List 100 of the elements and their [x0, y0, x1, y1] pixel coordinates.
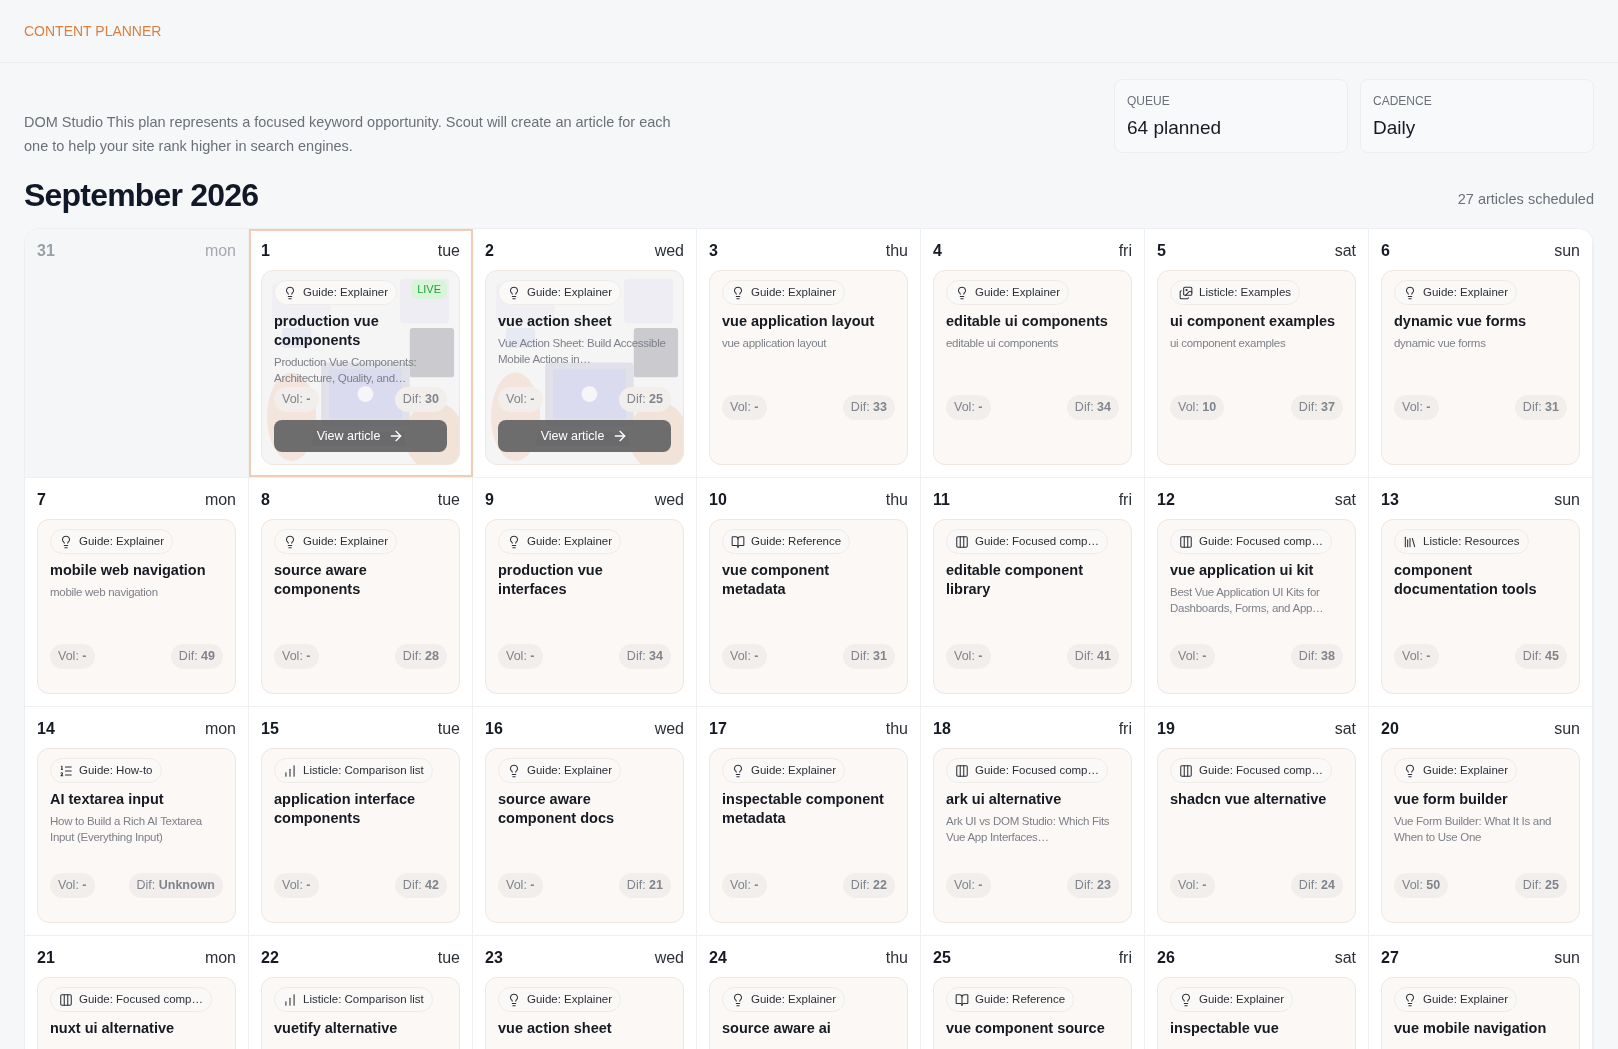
category-chip: Guide: Explainer — [50, 529, 174, 555]
article-card[interactable]: Guide: Explainer inspectable component metadata Vol: - Dif: 22 — [709, 748, 908, 923]
article-card[interactable]: Guide: Explainer mobile web navigation mobile web navigation Vol: - Dif: 49 — [37, 519, 236, 694]
day-number: 4 — [933, 241, 942, 261]
article-card[interactable]: Guide: Reference vue component metadata Vol: - Dif: 31 — [709, 519, 908, 694]
weekday-label: sat — [1334, 490, 1356, 510]
category-chip: Guide: Explainer — [498, 280, 622, 306]
weekday-label: wed — [654, 948, 684, 968]
article-card[interactable]: Guide: Focused comp… shadcn vue alternative Vol: - Dif: 24 — [1157, 748, 1356, 923]
weekday-label: wed — [654, 241, 684, 261]
article-card[interactable]: Guide: Focused comp… vue application ui kit Best Vue Application UI Kits for Dashboards, Forms, and App… Vol: - Dif: 38 — [1157, 519, 1356, 694]
day-number: 8 — [261, 490, 270, 510]
article-card[interactable]: Guide: Explainer editable ui components editable ui components Vol: - Dif: 34 — [933, 270, 1132, 465]
article-card[interactable]: Guide: Explainer source aware component docs Vol: - Dif: 21 — [485, 748, 684, 923]
article-card[interactable]: Guide: Focused comp… ark ui alternative Ark UI vs DOM Studio: Which Fits Vue App Interfaces… Vol: - Dif: 23 — [933, 748, 1132, 923]
difficulty-chip: Dif: 49 — [170, 644, 223, 669]
article-card[interactable]: Guide: How-to AI textarea input How to Build a Rich AI Textarea Input (Everything Input) Vol: - Dif: Unknown — [37, 748, 236, 923]
article-title: source aware ai — [722, 1019, 832, 1039]
article-card[interactable]: Guide: Explainer source aware components Vol: - Dif: 28 — [261, 519, 460, 694]
difficulty-chip: Dif: 21 — [618, 873, 671, 898]
category-chip: Guide: Explainer — [498, 529, 622, 555]
lightbulb-icon — [283, 285, 297, 300]
article-title: application interface components — [274, 790, 416, 829]
weekday-label: tue — [437, 241, 460, 261]
article-title: vue action sheet — [498, 312, 613, 332]
library-icon — [1403, 534, 1417, 549]
weekday-label: thu — [885, 719, 908, 739]
category-chip: Guide: Reference — [722, 529, 851, 555]
article-title: editable component library — [946, 561, 1084, 600]
volume-chip: Vol: - — [1170, 644, 1215, 669]
day-number: 14 — [37, 719, 55, 739]
difficulty-chip: Dif: 23 — [1066, 873, 1119, 898]
day-number: 21 — [37, 948, 55, 968]
view-article-button[interactable]: View article — [274, 420, 447, 452]
weekday-label: mon — [204, 948, 236, 968]
article-title: source aware component docs — [498, 790, 615, 829]
article-title: production vue components — [274, 312, 380, 351]
article-description: How to Build a Rich AI Textarea Input (Everything Input) — [50, 814, 203, 846]
article-card[interactable]: Listicle: Examples ui component examples ui component examples Vol: 10 Dif: 37 — [1157, 270, 1356, 465]
article-title: shadcn vue alternative — [1170, 790, 1328, 810]
weekday-label: sun — [1554, 490, 1580, 510]
category-chip: Guide: Explainer — [722, 280, 846, 306]
article-description: Best Vue Application UI Kits for Dashboards, Forms, and App… — [1170, 585, 1325, 617]
article-card[interactable]: Guide: Explainer production vue interfaces Vol: - Dif: 34 — [485, 519, 684, 694]
weekday-label: mon — [204, 719, 236, 739]
article-card[interactable]: Guide: Reference vue component source — [933, 977, 1132, 1049]
weekday-label: sat — [1334, 948, 1356, 968]
article-card[interactable]: Guide: Explainer source aware ai — [709, 977, 908, 1049]
article-description: dynamic vue forms — [1394, 336, 1487, 352]
lightbulb-icon — [1179, 992, 1193, 1007]
category-chip: Guide: Focused comp… — [1170, 529, 1332, 555]
article-title: vue application ui kit — [1170, 561, 1315, 581]
app-title: CONTENT PLANNER — [24, 21, 162, 41]
article-title: production vue interfaces — [498, 561, 604, 600]
category-chip: Guide: Focused comp… — [1170, 758, 1332, 784]
category-chip: Guide: Focused comp… — [50, 987, 212, 1013]
article-card[interactable]: Listicle: Resources component documentation tools Vol: - Dif: 45 — [1381, 519, 1580, 694]
article-card[interactable]: Guide: Explainer dynamic vue forms dynamic vue forms Vol: - Dif: 31 — [1381, 270, 1580, 465]
volume-chip: Vol: - — [1170, 873, 1215, 898]
images-icon — [1179, 285, 1193, 300]
lightbulb-icon — [955, 285, 969, 300]
category-chip: Guide: Explainer — [274, 280, 398, 306]
article-card[interactable]: Listicle: Comparison list vuetify alternative — [261, 977, 460, 1049]
article-card[interactable]: Guide: Explainer vue form builder Vue Form Builder: What It Is and When to Use One Vol: 50 Dif: 25 — [1381, 748, 1580, 923]
article-card[interactable]: Guide: Explainer inspectable vue — [1157, 977, 1356, 1049]
view-article-button[interactable]: View article — [498, 420, 671, 452]
volume-chip: Vol: - — [722, 395, 767, 420]
day-number: 23 — [485, 948, 503, 968]
weekday-label: thu — [885, 948, 908, 968]
day-number: 20 — [1381, 719, 1399, 739]
article-card[interactable]: Guide: Explainer vue application layout vue application layout Vol: - Dif: 33 — [709, 270, 908, 465]
columns-icon — [1179, 534, 1193, 549]
article-card[interactable]: Guide: Explainer vue action sheet — [485, 977, 684, 1049]
volume-chip: Vol: - — [274, 387, 319, 412]
difficulty-chip: Dif: 25 — [618, 387, 671, 412]
day-number: 16 — [485, 719, 503, 739]
article-title: vue mobile navigation — [1394, 1019, 1548, 1039]
category-chip: Guide: Explainer — [1394, 987, 1518, 1013]
article-title: dynamic vue forms — [1394, 312, 1528, 332]
article-card[interactable]: Guide: Explainer vue mobile navigation — [1381, 977, 1580, 1049]
difficulty-chip: Dif: 34 — [1066, 395, 1119, 420]
bar-chart-icon — [283, 992, 297, 1007]
article-card[interactable]: Guide: Explainer vue action sheet Vue Action Sheet: Build Accessible Mobile Actions in… Vol: - Dif: 25 View article — [485, 270, 684, 465]
article-card[interactable]: Guide: Explainer LIVE production vue components Production Vue Components: Architecture, Quality, and… Vol: - Dif: 30 View article — [261, 270, 460, 465]
difficulty-chip: Dif: 42 — [394, 873, 447, 898]
article-card[interactable]: Listicle: Comparison list application interface components Vol: - Dif: 42 — [261, 748, 460, 923]
article-description: mobile web navigation — [50, 585, 159, 601]
day-number: 10 — [709, 490, 727, 510]
volume-chip: Vol: - — [722, 873, 767, 898]
article-card[interactable]: Guide: Focused comp… editable component library Vol: - Dif: 41 — [933, 519, 1132, 694]
article-card[interactable]: Guide: Focused comp… nuxt ui alternative — [37, 977, 236, 1049]
lightbulb-icon — [1403, 992, 1417, 1007]
article-title: vue form builder — [1394, 790, 1509, 810]
stat-value: 64 planned — [1127, 116, 1223, 140]
article-description: Vue Action Sheet: Build Accessible Mobile Actions in… — [498, 336, 667, 368]
day-number: 17 — [709, 719, 727, 739]
category-chip: Guide: Focused comp… — [946, 529, 1108, 555]
article-title: ui component examples — [1170, 312, 1337, 332]
category-chip: Listicle: Comparison list — [274, 987, 433, 1013]
lightbulb-icon — [731, 285, 745, 300]
